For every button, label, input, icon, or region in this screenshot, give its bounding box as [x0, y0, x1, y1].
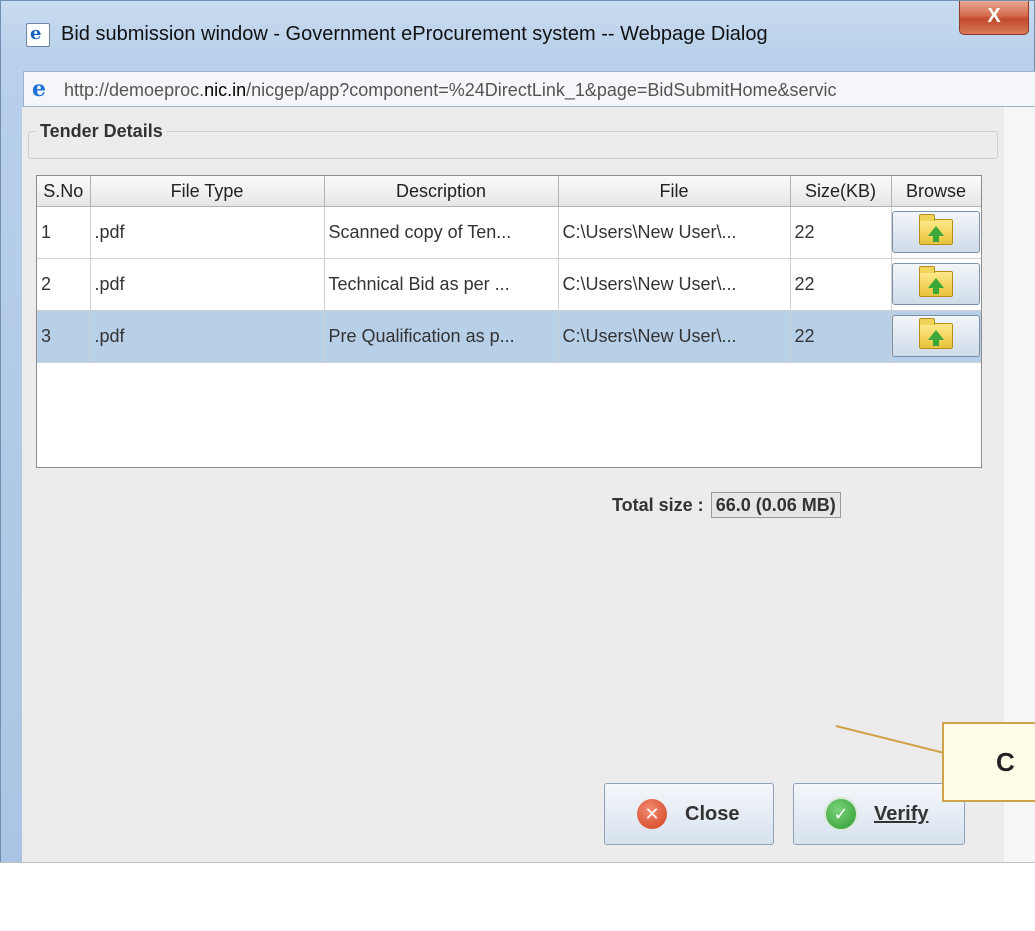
verify-button[interactable]: ✓ Verify	[793, 783, 965, 845]
header-browse[interactable]: Browse	[891, 176, 981, 207]
cell-sno: 1	[37, 206, 91, 259]
cell-browse	[891, 310, 981, 363]
cell-description: Technical Bid as per ...	[324, 258, 559, 311]
cell-sno: 3	[37, 310, 91, 363]
verify-button-label: Verify	[874, 803, 929, 825]
folder-upload-icon	[919, 266, 953, 297]
header-description[interactable]: Description	[324, 176, 559, 207]
cell-file-type: .pdf	[90, 206, 325, 259]
cell-browse	[891, 206, 981, 259]
tender-details-legend: Tender Details	[36, 119, 167, 143]
total-size: Total size : 66.0 (0.06 MB)	[612, 492, 841, 518]
cell-size: 22	[790, 310, 892, 363]
table-header-row: S.No File Type Description File Size(KB)…	[37, 176, 981, 207]
total-size-value: 66.0 (0.06 MB)	[710, 492, 841, 518]
total-size-label: Total size :	[612, 495, 704, 515]
close-circle-icon: ✕	[637, 799, 667, 829]
annotation-callout: C	[942, 722, 1035, 802]
cell-description: Scanned copy of Ten...	[324, 206, 559, 259]
cell-size: 22	[790, 258, 892, 311]
header-file-type[interactable]: File Type	[90, 176, 325, 207]
table-row[interactable]: 1 .pdf Scanned copy of Ten... C:\Users\N…	[37, 206, 981, 259]
status-bar	[0, 862, 1035, 931]
window-title: Bid submission window - Government eProc…	[61, 23, 768, 45]
files-table-container[interactable]: S.No File Type Description File Size(KB)…	[36, 175, 982, 468]
tender-details-groupbox	[28, 131, 998, 159]
cell-browse	[891, 258, 981, 311]
table-row[interactable]: 3 .pdf Pre Qualification as p... C:\User…	[37, 310, 981, 363]
header-size[interactable]: Size(KB)	[790, 176, 892, 207]
check-circle-icon: ✓	[824, 797, 858, 831]
title-bar[interactable]: e Bid submission window - Government ePr…	[1, 1, 1035, 71]
url-text: http://demoeproc.nic.in/nicgep/app?compo…	[64, 78, 836, 102]
cell-size: 22	[790, 206, 892, 259]
browse-button[interactable]	[892, 263, 980, 305]
header-file[interactable]: File	[558, 176, 791, 207]
cell-file: C:\Users\New User\...	[558, 206, 791, 259]
browse-button[interactable]	[892, 315, 980, 357]
cell-file: C:\Users\New User\...	[558, 258, 791, 311]
window-close-button[interactable]: X	[959, 1, 1029, 35]
cell-description: Pre Qualification as p...	[324, 310, 559, 363]
close-button[interactable]: ✕ Close	[604, 783, 774, 845]
url-host: nic.in	[204, 80, 247, 100]
cell-sno: 2	[37, 258, 91, 311]
folder-upload-icon	[919, 214, 953, 245]
cell-file: C:\Users\New User\...	[558, 310, 791, 363]
folder-upload-icon	[919, 318, 953, 349]
ie-icon: e	[32, 76, 46, 102]
url-prefix: http://demoeproc.	[64, 80, 205, 100]
cell-file-type: .pdf	[90, 258, 325, 311]
dialog-content: Tender Details S.No File Type Descriptio…	[22, 107, 1035, 862]
address-bar[interactable]: e http://demoeproc.nic.in/nicgep/app?com…	[23, 71, 1035, 107]
header-sno[interactable]: S.No	[37, 176, 91, 207]
cell-file-type: .pdf	[90, 310, 325, 363]
browse-button[interactable]	[892, 211, 980, 253]
files-table: S.No File Type Description File Size(KB)…	[37, 176, 981, 363]
table-row[interactable]: 2 .pdf Technical Bid as per ... C:\Users…	[37, 258, 981, 311]
ie-page-icon: e	[26, 23, 50, 47]
close-button-label: Close	[685, 803, 740, 825]
url-suffix: /nicgep/app?component=%24DirectLink_1&pa…	[246, 80, 837, 100]
